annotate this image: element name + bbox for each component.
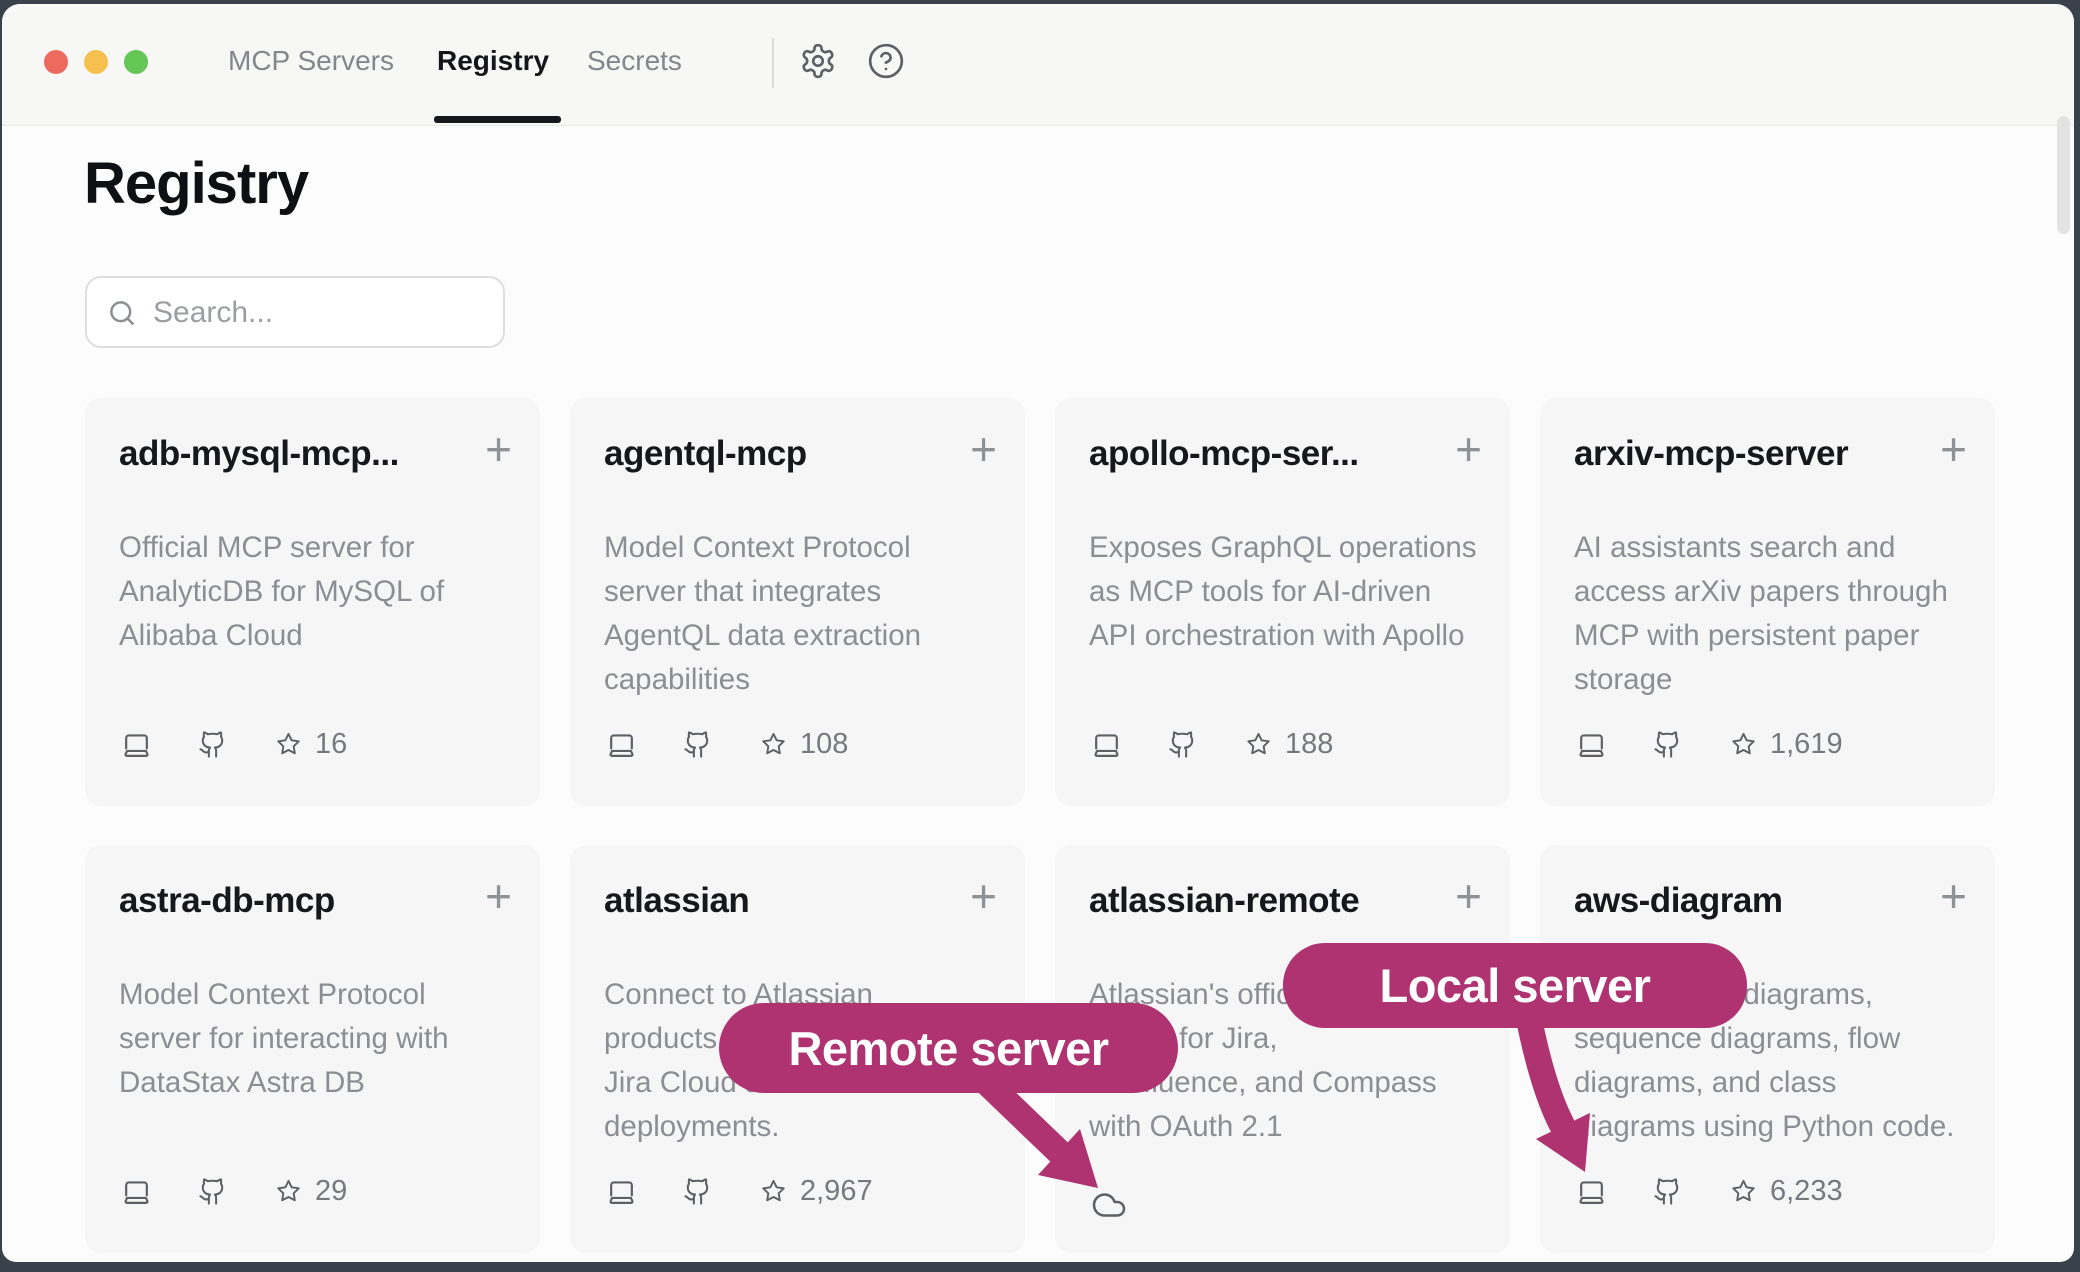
local-server-callout: Local server xyxy=(1283,943,1747,1028)
search-box xyxy=(85,276,505,348)
server-description: AI assistants search and access arXiv pa… xyxy=(1574,526,1974,702)
card-footer: 29 xyxy=(121,1175,347,1208)
laptop-icon xyxy=(121,729,152,760)
card-footer: 108 xyxy=(606,728,848,761)
server-name: aws-diagram xyxy=(1574,881,1782,921)
card-footer: 2,967 xyxy=(606,1175,873,1208)
server-card-astra-db-mcp[interactable]: astra-db-mcp + Model Context Protocol se… xyxy=(85,845,540,1253)
help-icon[interactable] xyxy=(867,42,905,80)
star-icon xyxy=(1730,731,1757,758)
server-card-agentql-mcp[interactable]: agentql-mcp + Model Context Protocol ser… xyxy=(570,398,1025,806)
github-icon[interactable] xyxy=(683,1177,712,1206)
cloud-icon xyxy=(1091,1187,1127,1223)
desktop-background: MCP Servers Registry Secrets Registry xyxy=(0,0,2080,1272)
github-icon[interactable] xyxy=(1653,1177,1682,1206)
server-name: astra-db-mcp xyxy=(119,881,335,921)
add-server-button[interactable]: + xyxy=(1455,426,1482,472)
github-icon[interactable] xyxy=(198,730,227,759)
add-server-button[interactable]: + xyxy=(1455,873,1482,919)
add-server-button[interactable]: + xyxy=(970,426,997,472)
card-footer: 1,619 xyxy=(1576,728,1843,761)
scrollbar-thumb[interactable] xyxy=(2057,116,2070,234)
star-icon xyxy=(760,731,787,758)
server-name: adb-mysql-mcp... xyxy=(119,434,399,474)
star-count: 6,233 xyxy=(1770,1175,1843,1208)
server-name: agentql-mcp xyxy=(604,434,807,474)
server-card-adb-mysql-mcp[interactable]: adb-mysql-mcp... + Official MCP server f… xyxy=(85,398,540,806)
active-tab-underline xyxy=(434,116,561,123)
laptop-icon xyxy=(121,1176,152,1207)
laptop-icon xyxy=(606,729,637,760)
server-card-apollo-mcp-server[interactable]: apollo-mcp-ser... + Exposes GraphQL oper… xyxy=(1055,398,1510,806)
server-name: atlassian xyxy=(604,881,749,921)
star-count: 188 xyxy=(1285,728,1333,761)
add-server-button[interactable]: + xyxy=(1940,426,1967,472)
add-server-button[interactable]: + xyxy=(485,873,512,919)
star-icon xyxy=(760,1178,787,1205)
github-icon[interactable] xyxy=(1168,730,1197,759)
close-window-button[interactable] xyxy=(44,50,68,74)
card-footer xyxy=(1091,1175,1127,1223)
laptop-icon xyxy=(606,1176,637,1207)
tab-mcp-servers[interactable]: MCP Servers xyxy=(228,45,394,77)
add-server-button[interactable]: + xyxy=(485,426,512,472)
star-icon xyxy=(1730,1178,1757,1205)
titlebar: MCP Servers Registry Secrets xyxy=(2,4,2074,126)
server-card-aws-diagram[interactable]: aws-diagram + Create AWS diagrams, seque… xyxy=(1540,845,1995,1253)
search-input[interactable] xyxy=(151,278,495,348)
tab-registry[interactable]: Registry xyxy=(437,45,549,77)
star-icon xyxy=(275,731,302,758)
card-footer: 6,233 xyxy=(1576,1175,1843,1208)
star-count: 29 xyxy=(315,1175,347,1208)
app-window: MCP Servers Registry Secrets Registry xyxy=(2,4,2074,1262)
settings-gear-icon[interactable] xyxy=(799,42,837,80)
remote-server-callout: Remote server xyxy=(719,1003,1178,1093)
minimize-window-button[interactable] xyxy=(84,50,108,74)
laptop-icon xyxy=(1576,1176,1607,1207)
server-description: Model Context Protocol server that integ… xyxy=(604,526,1004,702)
github-icon[interactable] xyxy=(1653,730,1682,759)
server-card-arxiv-mcp-server[interactable]: arxiv-mcp-server + AI assistants search … xyxy=(1540,398,1995,806)
page-title: Registry xyxy=(84,150,308,217)
card-footer: 16 xyxy=(121,728,347,761)
add-server-button[interactable]: + xyxy=(970,873,997,919)
github-icon[interactable] xyxy=(683,730,712,759)
server-description: Official MCP server for AnalyticDB for M… xyxy=(119,526,519,658)
laptop-icon xyxy=(1576,729,1607,760)
star-count: 2,967 xyxy=(800,1175,873,1208)
server-description: Model Context Protocol server for intera… xyxy=(119,973,519,1105)
star-icon xyxy=(1245,731,1272,758)
server-name: arxiv-mcp-server xyxy=(1574,434,1848,474)
toolbar-divider xyxy=(772,38,774,88)
star-count: 108 xyxy=(800,728,848,761)
star-icon xyxy=(275,1178,302,1205)
star-count: 1,619 xyxy=(1770,728,1843,761)
star-count: 16 xyxy=(315,728,347,761)
card-footer: 188 xyxy=(1091,728,1333,761)
server-name: atlassian-remote xyxy=(1089,881,1359,921)
server-name: apollo-mcp-ser... xyxy=(1089,434,1359,474)
search-icon xyxy=(107,298,137,328)
zoom-window-button[interactable] xyxy=(124,50,148,74)
github-icon[interactable] xyxy=(198,1177,227,1206)
laptop-icon xyxy=(1091,729,1122,760)
server-description: Exposes GraphQL operations as MCP tools … xyxy=(1089,526,1489,658)
add-server-button[interactable]: + xyxy=(1940,873,1967,919)
tab-secrets[interactable]: Secrets xyxy=(587,45,682,77)
